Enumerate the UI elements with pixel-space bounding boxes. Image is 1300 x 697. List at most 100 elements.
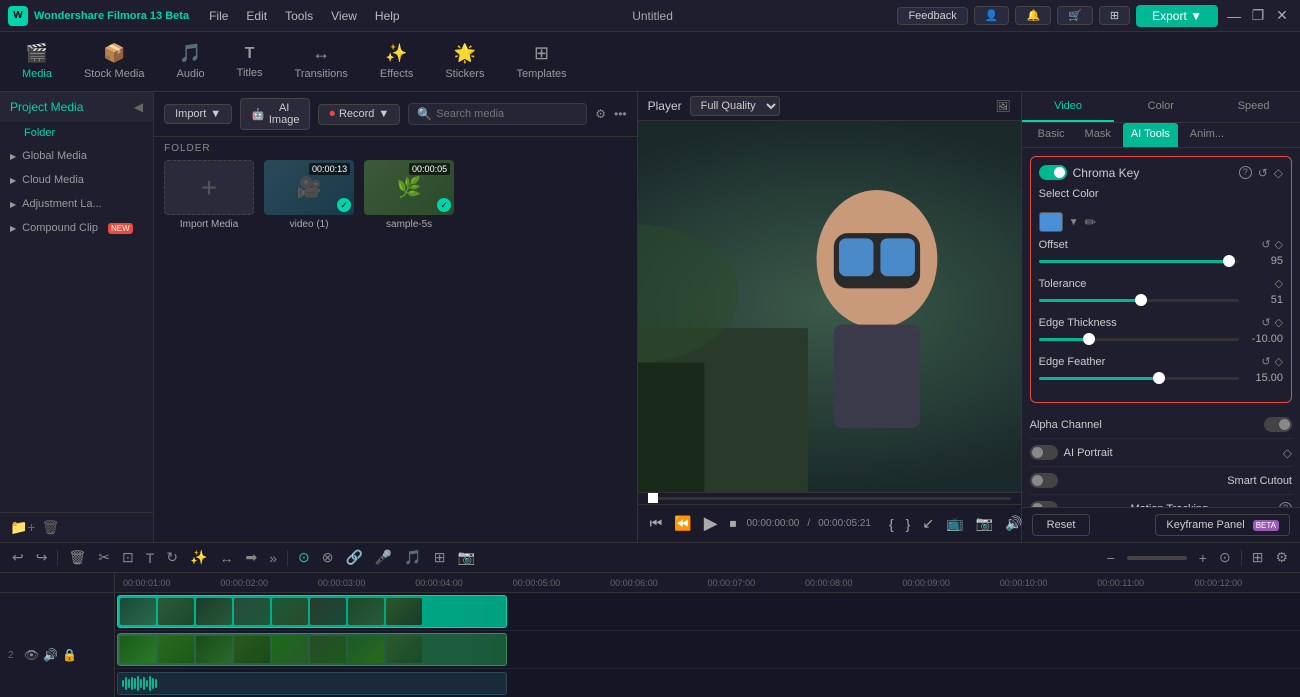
delete-folder-icon[interactable]: 🗑 <box>42 519 60 536</box>
video-clip-v2[interactable] <box>117 633 507 666</box>
insert-button[interactable]: ↙ <box>920 513 936 534</box>
reset-button[interactable]: Reset <box>1032 514 1091 536</box>
undo-button[interactable]: ↩ <box>8 547 28 568</box>
mark-out-button[interactable]: } <box>904 514 913 534</box>
tab-transitions[interactable]: ↔ Transitions <box>281 37 362 86</box>
zoom-in-button[interactable]: + <box>1195 548 1211 568</box>
zoom-out-button[interactable]: − <box>1103 548 1119 568</box>
track-audio-clip-area[interactable] <box>115 669 1300 697</box>
rp-subtab-basic[interactable]: Basic <box>1030 123 1073 147</box>
rp-subtab-aitools[interactable]: AI Tools <box>1123 123 1178 147</box>
track1-clip-area[interactable] <box>115 631 1300 668</box>
snap-button[interactable]: ⊙ <box>294 547 314 568</box>
edge-feather-reset-icon[interactable]: ↺ <box>1261 355 1270 368</box>
more-tools-button[interactable]: » <box>265 548 281 568</box>
camera-button[interactable]: 📷 <box>454 547 479 568</box>
effects-button[interactable]: ✨ <box>186 547 211 568</box>
text-button[interactable]: T <box>142 548 159 568</box>
menu-tools[interactable]: Tools <box>277 7 321 25</box>
tab-media[interactable]: 🎬 Media <box>8 37 66 86</box>
rp-subtab-mask[interactable]: Mask <box>1077 123 1119 147</box>
tab-effects[interactable]: ✨ Effects <box>366 37 427 86</box>
tolerance-diamond-icon[interactable]: ◇ <box>1275 277 1283 290</box>
rotate-button[interactable]: ↻ <box>162 547 182 568</box>
split-screen-button[interactable]: ⊞ <box>430 547 450 568</box>
track2-lock-icon[interactable]: 🔒 <box>62 648 77 662</box>
track2-clip-area[interactable] <box>115 593 1300 630</box>
import-media-item[interactable]: + Import Media <box>164 160 254 230</box>
video1-item[interactable]: 🎥 00:00:13 ✓ video (1) <box>264 160 354 230</box>
fit-button[interactable]: ⊙ <box>1215 547 1235 568</box>
preview-image-icon[interactable]: 🖼 <box>995 99 1010 113</box>
chroma-diamond-icon[interactable]: ◇ <box>1274 166 1283 180</box>
ripple-button[interactable]: ⊗ <box>318 547 338 568</box>
rewind-button[interactable]: ⏪ <box>672 513 693 534</box>
delete-button[interactable]: 🗑 <box>64 547 90 568</box>
cut-button[interactable]: ✂ <box>94 547 114 568</box>
more-icon[interactable]: ••• <box>614 107 627 121</box>
previous-frame-button[interactable]: ⏮ <box>648 513 665 534</box>
snapshot-button[interactable]: 📷 <box>974 513 995 534</box>
close-button[interactable]: ✕ <box>1272 6 1292 26</box>
swatch-dropdown-icon[interactable]: ▼ <box>1069 217 1079 228</box>
edge-thickness-slider[interactable] <box>1039 338 1239 341</box>
motion-button[interactable]: ➡ <box>241 547 261 568</box>
tab-stickers[interactable]: 🌟 Stickers <box>431 37 498 86</box>
redo-button[interactable]: ↪ <box>32 547 52 568</box>
chroma-key-toggle[interactable] <box>1039 165 1067 180</box>
sidebar-item-global-media[interactable]: ▶ Global Media <box>0 144 153 168</box>
grid-button[interactable]: ⊞ <box>1248 547 1268 568</box>
edge-feather-slider[interactable] <box>1039 377 1239 380</box>
offset-diamond-icon[interactable]: ◇ <box>1275 238 1283 251</box>
notification-icon[interactable]: 🔔 <box>1015 6 1051 25</box>
keyframe-panel-button[interactable]: Keyframe Panel BETA <box>1155 514 1290 536</box>
account-icon[interactable]: 👤 <box>974 6 1010 25</box>
add-folder-icon[interactable]: 📁+ <box>10 519 36 536</box>
export-button[interactable]: Export ▼ <box>1136 5 1218 27</box>
chroma-reset-icon[interactable]: ↺ <box>1258 166 1268 180</box>
audio-clip[interactable] <box>117 672 507 695</box>
menu-file[interactable]: File <box>201 7 236 25</box>
track2-audio-icon[interactable]: 🔊 <box>43 648 58 662</box>
store-icon[interactable]: 🛒 <box>1057 6 1093 25</box>
menu-edit[interactable]: Edit <box>238 7 275 25</box>
edge-thickness-reset-icon[interactable]: ↺ <box>1261 316 1270 329</box>
offset-slider[interactable] <box>1039 260 1239 263</box>
tab-titles[interactable]: T Titles <box>223 39 277 85</box>
maximize-button[interactable]: ❐ <box>1248 6 1268 26</box>
chroma-help-icon[interactable]: ? <box>1239 166 1252 179</box>
filter-icon[interactable]: ⚙ <box>595 107 606 121</box>
apps-icon[interactable]: ⊞ <box>1099 6 1130 25</box>
preview-screen-button[interactable]: 📺 <box>944 513 965 534</box>
audio-detach-button[interactable]: 🎵 <box>400 547 425 568</box>
feedback-button[interactable]: Feedback <box>897 7 967 25</box>
smart-cutout-toggle[interactable] <box>1030 473 1058 488</box>
ai-portrait-info-icon[interactable]: ◇ <box>1283 446 1292 460</box>
progress-thumb[interactable] <box>648 493 658 503</box>
edge-thickness-thumb[interactable] <box>1083 333 1095 345</box>
rp-tab-video[interactable]: Video <box>1022 92 1115 122</box>
minimize-button[interactable]: — <box>1224 6 1244 26</box>
tolerance-slider[interactable] <box>1039 299 1239 302</box>
sample5s-item[interactable]: 🌿 00:00:05 ✓ sample-5s <box>364 160 454 230</box>
preview-progress-bar[interactable] <box>648 497 1011 500</box>
tolerance-thumb[interactable] <box>1135 294 1147 306</box>
edge-feather-diamond-icon[interactable]: ◇ <box>1275 355 1283 368</box>
rp-tab-speed[interactable]: Speed <box>1207 92 1300 122</box>
link-button[interactable]: 🔗 <box>341 547 366 568</box>
tab-stock-media[interactable]: 📦 Stock Media <box>70 37 159 86</box>
offset-reset-icon[interactable]: ↺ <box>1261 238 1270 251</box>
ai-image-button[interactable]: 🤖 AI Image <box>240 98 310 130</box>
offset-thumb[interactable] <box>1223 255 1235 267</box>
crop-button[interactable]: ⊡ <box>118 547 138 568</box>
zoom-slider[interactable] <box>1127 556 1187 560</box>
mic-button[interactable]: 🎤 <box>371 547 396 568</box>
rp-subtab-anim[interactable]: Anim... <box>1182 123 1232 147</box>
sidebar-item-compound[interactable]: ▶ Compound Clip NEW <box>0 216 153 240</box>
motion-tracking-toggle[interactable] <box>1030 501 1058 507</box>
transition-add-button[interactable]: ↔ <box>215 548 237 568</box>
import-button[interactable]: Import ▼ <box>164 104 232 124</box>
record-button[interactable]: ⏺ Record ▼ <box>318 104 400 125</box>
settings-button[interactable]: ⚙ <box>1271 547 1292 568</box>
sidebar-item-adjustment[interactable]: ▶ Adjustment La... <box>0 192 153 216</box>
